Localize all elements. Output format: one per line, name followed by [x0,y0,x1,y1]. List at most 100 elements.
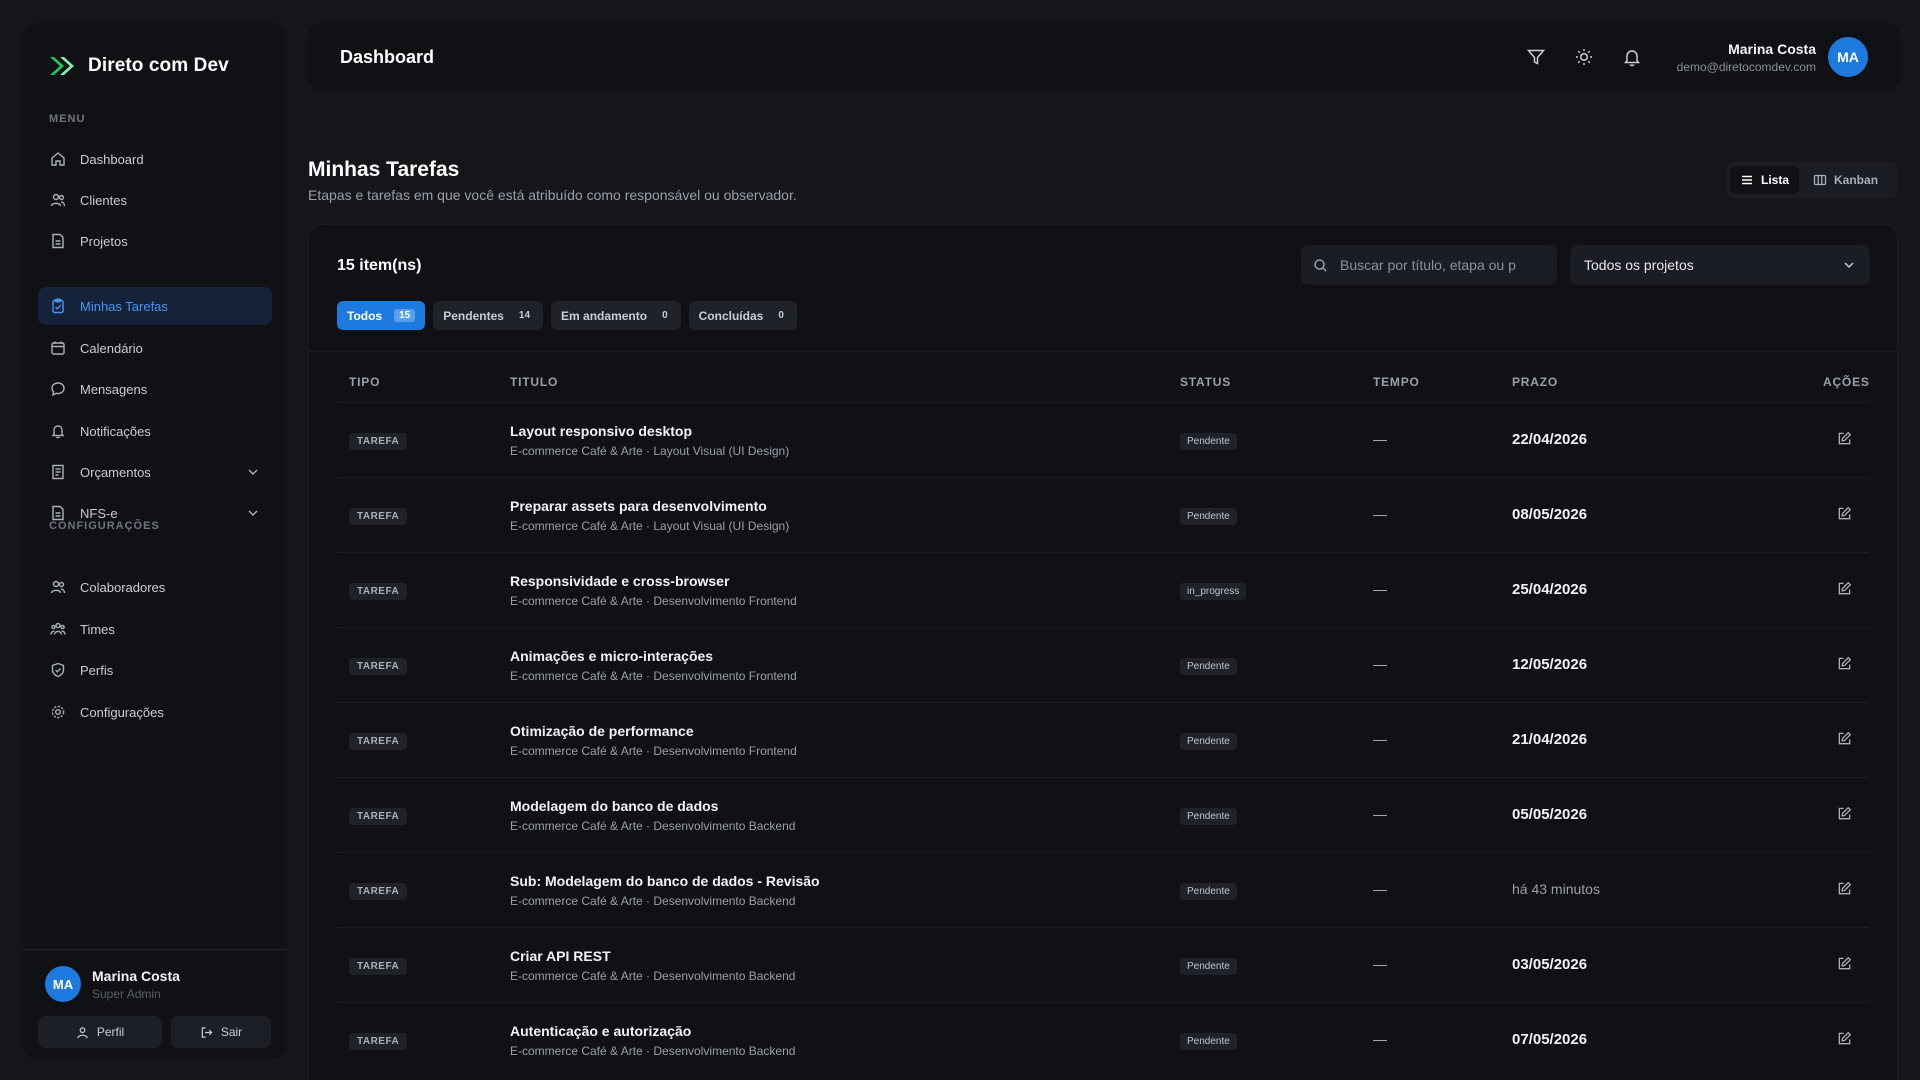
filter-concluidas[interactable]: Concluídas 0 [688,301,797,330]
task-title[interactable]: Layout responsivo desktop [510,423,692,439]
table-row[interactable]: TAREFA Preparar assets para desenvolvime… [337,477,1869,552]
sidebar-item-minhas-tarefas[interactable]: Minhas Tarefas [38,287,272,325]
edit-icon[interactable] [1837,731,1852,746]
sidebar-item-clientes[interactable]: Clientes [38,181,272,219]
filter-em-andamento[interactable]: Em andamento 0 [551,301,681,330]
column-header-tempo[interactable]: TEMPO [1373,375,1420,389]
page-title: Minhas Tarefas [308,158,460,181]
column-header-titulo[interactable]: TITULO [510,375,558,389]
column-header-status[interactable]: STATUS [1180,375,1231,389]
brand[interactable]: Direto com Dev [48,55,229,77]
sidebar-item-label: Calendário [80,340,143,356]
header-user[interactable]: Marina Costa demo@diretocomdev.com MA [1677,37,1868,77]
task-time: — [1373,881,1387,897]
filter-label: Pendentes [443,308,504,323]
sidebar-item-mensagens[interactable]: Mensagens [38,370,272,408]
edit-icon[interactable] [1837,956,1852,971]
users-icon [50,192,66,208]
task-context: E-commerce Café & Arte · Layout Visual (… [510,519,790,533]
sidebar-item-configuracoes[interactable]: Configurações [38,693,272,731]
table-row[interactable]: TAREFA Responsividade e cross-browser E-… [337,552,1869,627]
edit-icon[interactable] [1837,806,1852,821]
column-header-tipo[interactable]: TIPO [349,375,380,389]
status-badge: Pendente [1180,883,1237,900]
status-badge: in_progress [1180,583,1247,600]
table-row[interactable]: TAREFA Criar API REST E-commerce Café & … [337,927,1869,1002]
task-context: E-commerce Café & Arte · Desenvolvimento… [510,594,797,608]
sidebar-item-label: Minhas Tarefas [80,298,168,314]
sidebar: Direto com Dev MENU Dashboard Clientes P… [23,23,287,1059]
column-header-prazo[interactable]: PRAZO [1512,375,1558,389]
edit-icon[interactable] [1837,656,1852,671]
task-title[interactable]: Sub: Modelagem do banco de dados - Revis… [510,873,820,889]
task-title[interactable]: Otimização de performance [510,723,694,739]
kanban-view-label: Kanban [1834,173,1879,187]
sidebar-item-label: NFS-e [80,505,118,521]
avatar[interactable]: MA [1828,37,1868,77]
bell-icon[interactable] [1622,47,1642,67]
task-due-date: 08/05/2026 [1512,506,1588,523]
filter-icon[interactable] [1526,47,1546,67]
task-title[interactable]: Modelagem do banco de dados [510,798,718,814]
task-time: — [1373,506,1387,522]
edit-icon[interactable] [1837,1031,1852,1046]
user-icon [76,1026,89,1039]
task-time: — [1373,431,1387,447]
task-title[interactable]: Criar API REST [510,948,611,964]
task-title[interactable]: Preparar assets para desenvolvimento [510,498,767,514]
status-badge: Pendente [1180,658,1237,675]
chevron-down-icon[interactable] [246,506,260,520]
list-view-button[interactable]: Lista [1730,166,1800,194]
task-title[interactable]: Animações e micro-interações [510,648,713,664]
table-row[interactable]: TAREFA Sub: Modelagem do banco de dados … [337,852,1869,927]
header-user-name: Marina Costa [1728,40,1816,57]
table-row[interactable]: TAREFA Layout responsivo desktop E-comme… [337,402,1869,477]
filter-todos[interactable]: Todos 15 [337,301,426,330]
sidebar-item-label: Projetos [80,233,128,249]
sidebar-item-label: Mensagens [80,381,148,397]
task-title[interactable]: Responsividade e cross-browser [510,573,729,589]
task-context: E-commerce Café & Arte · Desenvolvimento… [510,894,796,908]
avatar[interactable]: MA [45,966,81,1002]
table-row[interactable]: TAREFA Modelagem do banco de dados E-com… [337,777,1869,852]
task-time: — [1373,956,1387,972]
profile-button[interactable]: Perfil [38,1016,162,1048]
sun-icon[interactable] [1574,47,1594,67]
edit-icon[interactable] [1837,881,1852,896]
task-time: — [1373,806,1387,822]
filter-pendentes[interactable]: Pendentes 14 [433,301,544,330]
edit-icon[interactable] [1837,581,1852,596]
sidebar-item-colaboradores[interactable]: Colaboradores [38,568,272,606]
task-due-date: 25/04/2026 [1512,581,1588,598]
filter-count: 15 [394,309,416,322]
table-row[interactable]: TAREFA Otimização de performance E-comme… [337,702,1869,777]
sidebar-item-dashboard[interactable]: Dashboard [38,140,272,178]
sidebar-footer: MA Marina Costa Super Admin Perfil Sair [23,949,287,1059]
project-select[interactable]: Todos os projetos [1570,245,1870,285]
file-icon [50,233,66,249]
search-icon [1313,258,1328,273]
sidebar-item-projetos[interactable]: Projetos [38,222,272,260]
task-title[interactable]: Autenticação e autorização [510,1023,691,1039]
receipt-icon [50,464,66,480]
items-count: 15 item(ns) [337,257,422,274]
sidebar-item-label: Notificações [80,423,151,439]
sidebar-item-perfis[interactable]: Perfis [38,651,272,689]
sidebar-item-label: Clientes [80,192,127,208]
edit-icon[interactable] [1837,431,1852,446]
sidebar-item-notificacoes[interactable]: Notificações [38,412,272,450]
chevron-down-icon[interactable] [246,465,260,479]
search-input[interactable] [1340,257,1540,273]
sidebar-item-calendario[interactable]: Calendário [38,329,272,367]
table-row[interactable]: TAREFA Animações e micro-interações E-co… [337,627,1869,702]
edit-icon[interactable] [1837,506,1852,521]
sidebar-item-label: Orçamentos [80,464,151,480]
table-row[interactable]: TAREFA Autenticação e autorização E-comm… [337,1002,1869,1077]
sidebar-item-label: Times [80,621,115,637]
logout-button[interactable]: Sair [171,1016,271,1048]
type-badge: TAREFA [349,658,408,675]
status-badge: Pendente [1180,958,1237,975]
kanban-view-button[interactable]: Kanban [1803,166,1888,194]
sidebar-item-times[interactable]: Times [38,610,272,648]
sidebar-item-orcamentos[interactable]: Orçamentos [38,453,272,491]
